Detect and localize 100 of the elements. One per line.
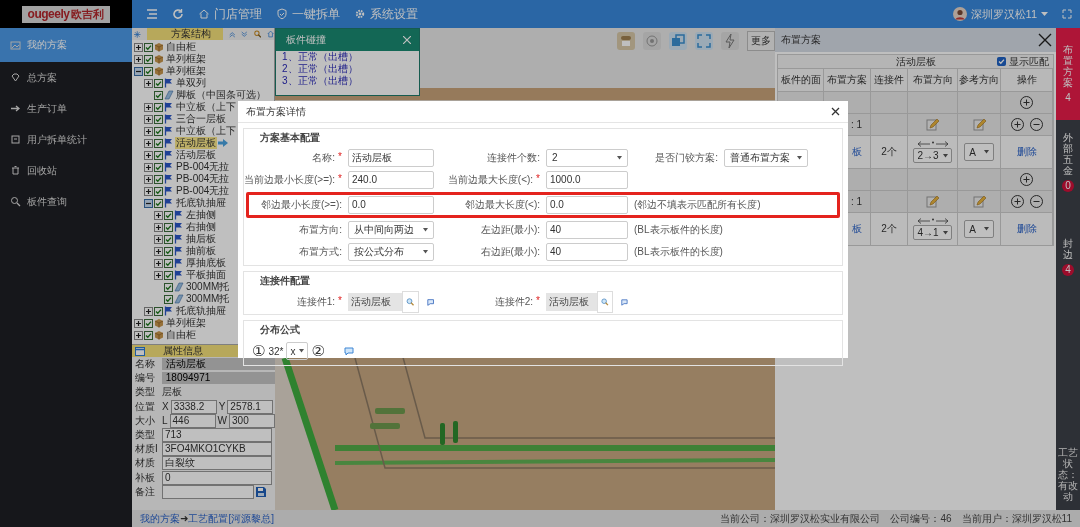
delete-link[interactable]: 删除: [1016, 222, 1037, 236]
breadcrumb-link[interactable]: 工艺配置[河源黎总]: [188, 511, 274, 526]
collision-item[interactable]: 2、正常（出槽）: [276, 63, 419, 75]
checked-checkbox[interactable]: [154, 90, 163, 100]
expand-icon[interactable]: [154, 222, 163, 232]
tree-item[interactable]: 中立板（上下: [175, 125, 237, 137]
tree-item[interactable]: 单列框架: [165, 65, 207, 77]
checked-checkbox[interactable]: [154, 174, 163, 184]
tree-item[interactable]: 平板抽面: [185, 269, 227, 281]
search-icon[interactable]: [253, 29, 261, 39]
checked-checkbox[interactable]: [154, 126, 163, 136]
pin-icon[interactable]: [621, 297, 628, 307]
tree-item[interactable]: 右抽侧: [185, 221, 217, 233]
remove-icon[interactable]: [1029, 195, 1043, 208]
checked-checkbox[interactable]: [164, 258, 173, 268]
expand-icon[interactable]: [144, 174, 153, 184]
collision-item[interactable]: 3、正常（出槽）: [276, 75, 419, 87]
tree-item[interactable]: 托底轨抽屉: [175, 197, 227, 209]
tree-item[interactable]: 托底轨抽屉: [175, 305, 227, 317]
input-field[interactable]: 活动层板: [348, 149, 434, 167]
tree-item[interactable]: 脚板（中国条可选）: [175, 89, 267, 101]
input-field[interactable]: 40: [546, 221, 628, 239]
input-field[interactable]: 3338.2: [170, 399, 217, 414]
input-field[interactable]: 0: [162, 470, 272, 485]
input-field[interactable]: 3FO4MKO1CYKB: [162, 442, 272, 457]
checked-checkbox[interactable]: [144, 318, 153, 328]
collapse-icon[interactable]: [144, 198, 153, 208]
input-field[interactable]: 白裂纹: [162, 456, 272, 471]
input-field[interactable]: 1000.0: [546, 171, 628, 189]
dropdown[interactable]: 普通布置方案: [724, 149, 808, 167]
checked-checkbox[interactable]: [164, 222, 173, 232]
add-icon[interactable]: [1020, 173, 1033, 186]
expand-icon[interactable]: [144, 186, 153, 196]
nav-item[interactable]: 板件查询: [0, 186, 132, 217]
checked-checkbox[interactable]: [154, 198, 163, 208]
input-field[interactable]: 0.0: [546, 196, 628, 214]
input-field[interactable]: 40: [546, 243, 628, 261]
expand-icon[interactable]: [144, 162, 153, 172]
checked-checkbox[interactable]: [144, 66, 153, 76]
lightning-icon[interactable]: [721, 32, 739, 50]
tree-item[interactable]: 左抽侧: [185, 209, 217, 221]
remove-icon[interactable]: [1029, 118, 1043, 131]
nav-item[interactable]: 总方案: [0, 62, 132, 93]
checked-checkbox[interactable]: [154, 150, 163, 160]
side-tab[interactable]: 布置方案 4: [1056, 28, 1080, 120]
checked-checkbox[interactable]: [164, 210, 173, 220]
checked-checkbox[interactable]: [154, 138, 163, 148]
checked-checkbox[interactable]: [164, 270, 173, 280]
tree-item[interactable]: 抽后板: [185, 233, 217, 245]
nav-item[interactable]: 用户拆单统计: [0, 124, 132, 155]
delete-link[interactable]: 删除: [1016, 145, 1037, 159]
add-icon[interactable]: [1010, 195, 1024, 208]
expand-icon[interactable]: [134, 318, 143, 328]
tree-item[interactable]: 活动层板: [175, 137, 217, 149]
tree-item[interactable]: 自由柜: [165, 329, 197, 341]
checked-checkbox[interactable]: [164, 294, 173, 304]
save-icon[interactable]: [256, 486, 266, 497]
close-icon[interactable]: [1038, 33, 1052, 47]
checked-checkbox[interactable]: [154, 114, 163, 124]
tree-item[interactable]: PB-004无拉: [175, 161, 231, 173]
side-tab[interactable]: 封边 4: [1056, 198, 1080, 282]
expand-icon[interactable]: [144, 306, 153, 316]
collapse-icon[interactable]: [134, 66, 143, 76]
expand-icon[interactable]: [144, 102, 153, 112]
expand-icon[interactable]: [144, 78, 153, 88]
add-icon[interactable]: [1010, 118, 1024, 131]
tree-item[interactable]: PB-004无拉: [175, 173, 231, 185]
tree-item[interactable]: 单列框架: [165, 53, 207, 65]
checked-checkbox[interactable]: [164, 246, 173, 256]
expand-icon[interactable]: [144, 138, 153, 148]
expand-icon[interactable]: [154, 234, 163, 244]
dropdown[interactable]: x: [286, 342, 309, 360]
collision-item[interactable]: 1、正常（出槽）: [276, 51, 419, 63]
checked-checkbox[interactable]: [154, 102, 163, 112]
dropdown[interactable]: 按公式分布: [348, 243, 434, 261]
expand-icon[interactable]: [154, 210, 163, 220]
nav-item[interactable]: 生产订单: [0, 93, 132, 124]
link[interactable]: 板: [852, 222, 862, 236]
tree-item[interactable]: PB-004无拉: [175, 185, 231, 197]
expand-icon[interactable]: [144, 126, 153, 136]
close-icon[interactable]: [831, 107, 840, 116]
dropdown[interactable]: 2: [546, 149, 628, 167]
comment-icon[interactable]: [343, 346, 354, 356]
checked-checkbox[interactable]: [144, 330, 153, 340]
expand-icon[interactable]: [154, 258, 163, 268]
tree-item[interactable]: 300MM托: [185, 281, 231, 293]
link[interactable]: 板: [852, 145, 862, 159]
checked-checkbox[interactable]: [154, 306, 163, 316]
checked-checkbox[interactable]: [154, 78, 163, 88]
expand-icon[interactable]: [144, 114, 153, 124]
tree-item[interactable]: 单列框架: [165, 317, 207, 329]
more-button[interactable]: 更多: [747, 31, 775, 51]
expand-icon[interactable]: [134, 330, 143, 340]
tree-item[interactable]: 三合一层板: [175, 113, 227, 125]
checked-checkbox[interactable]: [154, 186, 163, 196]
pin-icon[interactable]: [426, 297, 434, 307]
tree-item[interactable]: 自由柜: [165, 41, 197, 53]
input-field[interactable]: 0.0: [348, 196, 434, 214]
dropdown[interactable]: 4→1: [913, 225, 952, 240]
tree-item[interactable]: 单双列: [175, 77, 207, 89]
